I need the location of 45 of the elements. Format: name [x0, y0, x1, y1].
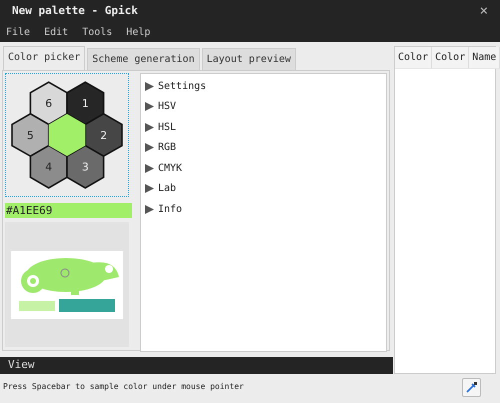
color-swatch[interactable] — [66, 81, 104, 126]
expand-arrow-icon[interactable] — [145, 102, 154, 112]
color-swatch[interactable] — [30, 81, 68, 126]
section-label[interactable]: HSV — [158, 99, 176, 114]
color-swatch[interactable] — [84, 112, 123, 158]
view-bar[interactable]: View — [0, 357, 393, 374]
tab[interactable]: Layout preview — [202, 48, 296, 70]
swatch-number: 2 — [100, 128, 108, 142]
section-label[interactable]: Settings — [158, 78, 206, 94]
tab[interactable]: Color picker — [3, 46, 86, 70]
column-header[interactable]: Name — [469, 47, 500, 69]
swatch-number: 1 — [82, 97, 89, 110]
menu-item[interactable]: Tools — [82, 24, 112, 40]
eyedropper-icon — [466, 381, 478, 393]
color-swatch[interactable] — [66, 144, 104, 189]
color-value: #A1EE69 — [5, 203, 132, 218]
color-swatch[interactable] — [30, 144, 68, 189]
swatch-number: 3 — [82, 160, 89, 174]
expand-arrow-icon[interactable] — [145, 164, 154, 173]
section-label[interactable]: Info — [158, 202, 182, 217]
current-color-swatch[interactable] — [48, 114, 86, 156]
section-label[interactable]: Lab — [158, 181, 176, 196]
swatch-number: 5 — [26, 128, 34, 142]
section-label[interactable]: RGB — [158, 140, 176, 156]
tab[interactable]: Scheme generation — [87, 48, 200, 70]
eyedropper-button[interactable] — [462, 378, 481, 396]
swatch-number: 6 — [45, 97, 52, 110]
close-button[interactable]: × — [480, 0, 488, 22]
color-swatch-wheel[interactable]: 6 1 5 2 4 3 — [5, 73, 129, 197]
menu-item[interactable]: Help — [126, 24, 150, 40]
expand-arrow-icon[interactable] — [145, 82, 154, 91]
status-text: Press Spacebar to sample color under mouse pointer — [3, 381, 244, 393]
expand-arrow-icon[interactable] — [145, 204, 154, 214]
section-label[interactable]: CMYK — [158, 160, 182, 176]
expand-arrow-icon[interactable] — [145, 184, 154, 194]
section-label[interactable]: HSL — [158, 120, 176, 135]
expand-arrow-icon[interactable] — [145, 143, 154, 152]
expand-arrow-icon[interactable] — [145, 122, 154, 132]
window-title: New palette - Gpick — [12, 2, 138, 19]
menu-item[interactable]: Edit — [44, 24, 68, 40]
column-header[interactable]: Color — [395, 47, 432, 69]
column-header[interactable]: Color — [432, 47, 470, 69]
menu-item[interactable]: File — [6, 24, 30, 40]
swatch-number: 4 — [45, 160, 52, 174]
color-swatch[interactable] — [11, 112, 50, 158]
